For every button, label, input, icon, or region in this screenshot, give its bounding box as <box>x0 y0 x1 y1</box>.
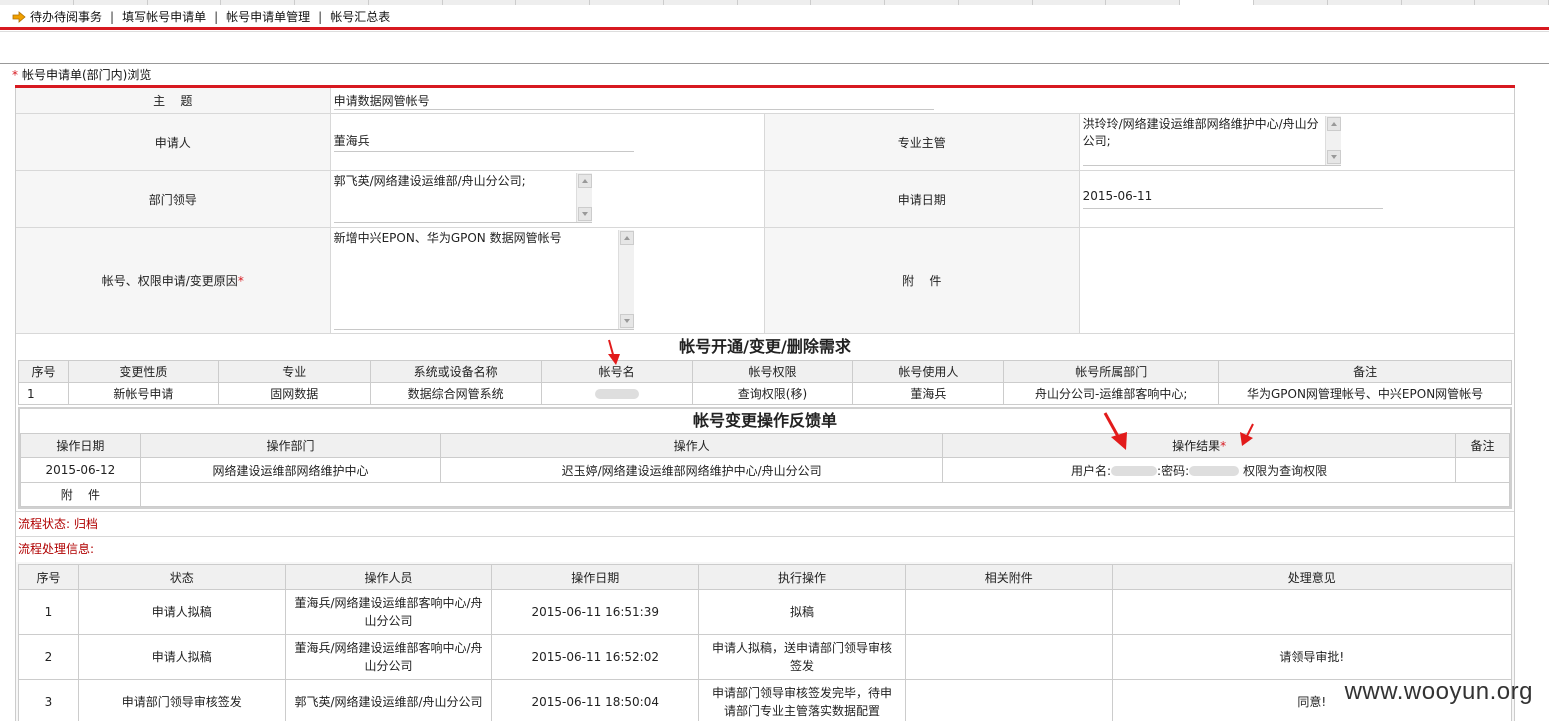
annotation-arrow-icon <box>1103 412 1127 450</box>
watermark: www.wooyun.org <box>1344 678 1533 705</box>
annotation-arrow-icon <box>608 339 620 365</box>
annotation-arrows <box>608 339 1254 450</box>
annotation-arrow-icon <box>1240 423 1254 446</box>
